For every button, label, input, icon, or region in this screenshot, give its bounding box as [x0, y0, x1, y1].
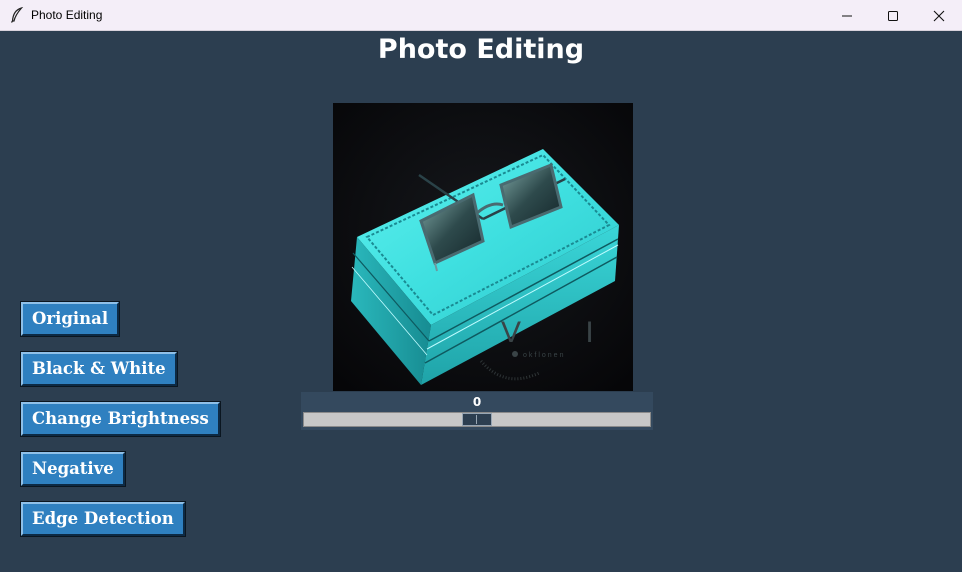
minimize-icon: [842, 15, 852, 16]
photo-preview: V I P okflonen: [333, 103, 633, 391]
black-white-button[interactable]: Black & White: [20, 351, 178, 387]
scale-value-label: 0: [472, 395, 482, 409]
watermark-text: V I P: [501, 316, 633, 349]
feather-icon: [11, 7, 24, 23]
photo-image: V I P okflonen: [333, 103, 633, 391]
maximize-icon: [888, 10, 898, 21]
edge-detection-button[interactable]: Edge Detection: [20, 501, 186, 537]
maximize-button[interactable]: [870, 0, 916, 31]
page-title: Photo Editing: [377, 34, 585, 65]
negative-button[interactable]: Negative: [20, 451, 126, 487]
scale-trough[interactable]: [303, 412, 651, 427]
scale-slider-handle[interactable]: [462, 413, 492, 426]
watermark-subtext: okflonen: [523, 352, 565, 359]
close-button[interactable]: [916, 0, 962, 31]
close-icon: [933, 10, 945, 21]
original-button[interactable]: Original: [19, 301, 121, 337]
change-brightness-button[interactable]: Change Brightness: [20, 401, 221, 437]
brightness-scale: 0: [301, 392, 653, 430]
window-titlebar: Photo Editing: [0, 0, 962, 31]
window-title: Photo Editing: [31, 8, 103, 22]
minimize-button[interactable]: [824, 0, 870, 31]
